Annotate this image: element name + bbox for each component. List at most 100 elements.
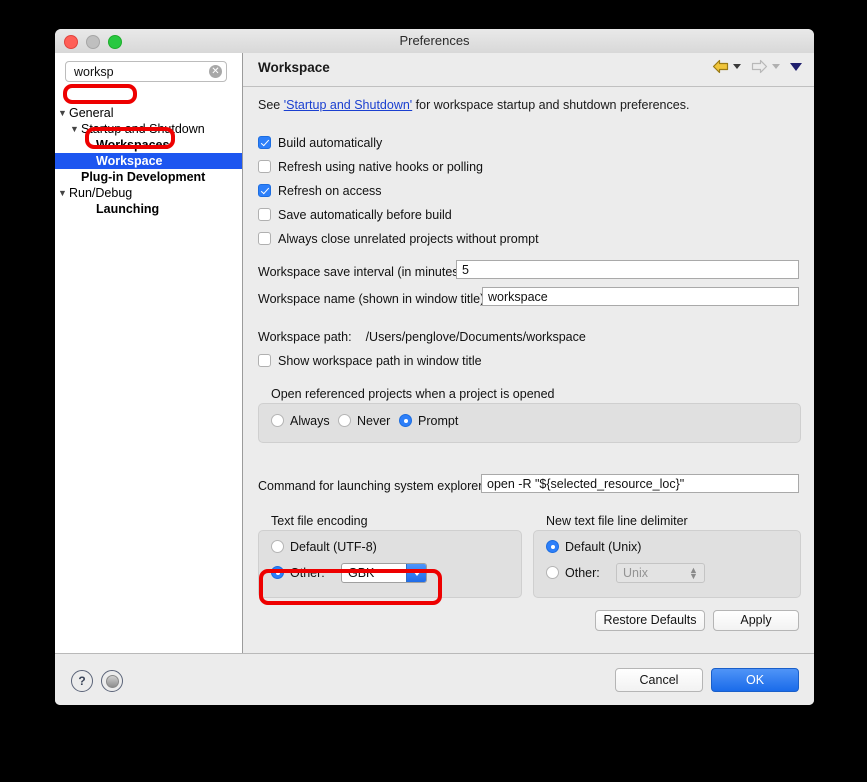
page-title: Workspace	[258, 60, 330, 75]
open-referenced-group-label: Open referenced projects when a project …	[271, 387, 555, 401]
workspace-path-row: Workspace path: /Users/penglove/Documents…	[258, 330, 586, 344]
tree-item-label: Plug-in Development	[81, 170, 206, 184]
description-text: See 'Startup and Shutdown' for workspace…	[258, 98, 689, 112]
workspace-name-input[interactable]	[482, 287, 799, 306]
content-body: See 'Startup and Shutdown' for workspace…	[243, 87, 814, 654]
preferences-tree: ▼ General ▼ Startup and Shutdown Workspace…	[55, 105, 242, 217]
preferences-window: Preferences ✕ ▼General ▼Startup and Shut…	[55, 29, 814, 705]
tree-item-label: General	[69, 106, 114, 120]
checkbox-close-unrelated-projects[interactable]: Always close unrelated projects without …	[258, 232, 539, 246]
forward-history-chevron-down-icon	[772, 64, 780, 69]
tree-item-label: Workspace	[96, 154, 163, 168]
radio-label: Prompt	[418, 414, 459, 428]
radio-delimiter-other[interactable]: Other:	[546, 566, 600, 580]
radio-circle-icon[interactable]	[271, 540, 284, 553]
disclosure-triangle-icon[interactable]: ▼	[58, 105, 69, 121]
explorer-command-label: Command for launching system explorer:	[258, 479, 486, 493]
radio-label: Other:	[290, 566, 325, 580]
disclosure-triangle-icon[interactable]: ▼	[70, 121, 81, 137]
workspace-path-value: /Users/penglove/Documents/workspace	[365, 330, 586, 344]
record-button[interactable]	[101, 670, 123, 692]
tree-item-workspace[interactable]: Workspace	[55, 153, 242, 169]
back-history-chevron-down-icon[interactable]	[733, 64, 741, 69]
encoding-combo-value: GBK	[348, 566, 375, 580]
help-button[interactable]: ?	[71, 670, 93, 692]
radio-open-referenced-prompt[interactable]: Prompt	[399, 414, 458, 428]
page-menu-chevron-down-icon[interactable]	[790, 62, 802, 71]
checkbox-refresh-on-access[interactable]: Refresh on access	[258, 184, 382, 198]
line-delimiter-combo-value: Unix	[623, 566, 649, 580]
tree-item-label: Startup and Shutdown	[81, 122, 205, 136]
screenshot-root: Preferences ✕ ▼General ▼Startup and Shut…	[0, 0, 867, 782]
stepper-up-down-icon: ▲ ▼	[689, 565, 698, 581]
cancel-button[interactable]: Cancel	[615, 668, 703, 692]
checkbox-label: Refresh using native hooks or polling	[278, 160, 483, 174]
checkbox-box-icon[interactable]	[258, 136, 271, 149]
text-file-encoding-group-label: Text file encoding	[271, 514, 368, 528]
tree-item-run-debug[interactable]: ▼ Run/Debug	[55, 185, 242, 201]
tree-item-plugin-development[interactable]: Plug-in Development	[55, 169, 242, 185]
window-title: Preferences	[399, 33, 470, 48]
checkbox-save-before-build[interactable]: Save automatically before build	[258, 208, 452, 222]
radio-circle-icon[interactable]	[338, 414, 351, 427]
restore-defaults-button[interactable]: Restore Defaults	[595, 610, 705, 631]
checkbox-box-icon[interactable]	[258, 208, 271, 221]
radio-circle-icon[interactable]	[546, 566, 559, 579]
save-interval-label: Workspace save interval (in minutes):	[258, 265, 467, 279]
preferences-sidebar: ✕ ▼General ▼Startup and Shutdown Workspa…	[55, 53, 243, 653]
checkbox-show-workspace-path[interactable]: Show workspace path in window title	[258, 354, 482, 368]
encoding-combo-chevron-down-icon[interactable]	[406, 564, 426, 582]
radio-label: Never	[357, 414, 391, 428]
content-header: Workspace	[243, 53, 814, 87]
workspace-path-label: Workspace path:	[258, 330, 352, 344]
tree-item-general[interactable]: ▼ General	[55, 105, 242, 121]
line-delimiter-combo: Unix ▲ ▼	[616, 563, 705, 583]
filter-search-wrap: ✕	[65, 61, 227, 82]
radio-circle-icon[interactable]	[271, 566, 284, 579]
radio-encoding-default[interactable]: Default (UTF-8)	[271, 540, 377, 554]
checkbox-box-icon[interactable]	[258, 184, 271, 197]
radio-label: Always	[290, 414, 330, 428]
tree-item-startup-and-shutdown[interactable]: ▼ Startup and Shutdown	[55, 121, 242, 137]
radio-delimiter-default[interactable]: Default (Unix)	[546, 540, 641, 554]
radio-circle-icon[interactable]	[399, 414, 412, 427]
checkbox-refresh-native-hooks[interactable]: Refresh using native hooks or polling	[258, 160, 483, 174]
clear-search-icon[interactable]: ✕	[209, 65, 222, 78]
checkbox-label: Build automatically	[278, 136, 383, 150]
radio-open-referenced-always[interactable]: Always	[271, 414, 330, 428]
dialog-footer: ? Cancel OK	[55, 653, 814, 705]
checkbox-build-automatically[interactable]: Build automatically	[258, 136, 382, 150]
ok-button[interactable]: OK	[711, 668, 799, 692]
preferences-content-panel: Workspace See 'Startup and Shutdown' for…	[243, 53, 814, 653]
checkbox-box-icon[interactable]	[258, 232, 271, 245]
radio-circle-icon[interactable]	[271, 414, 284, 427]
checkbox-box-icon[interactable]	[258, 354, 271, 367]
checkbox-label: Save automatically before build	[278, 208, 452, 222]
window-body: ✕ ▼General ▼Startup and Shutdown Workspa…	[55, 53, 814, 653]
save-interval-input[interactable]	[456, 260, 799, 279]
tree-item-label: Workspaces	[96, 138, 170, 152]
radio-open-referenced-never[interactable]: Never	[338, 414, 390, 428]
back-arrow-icon[interactable]	[712, 59, 729, 74]
radio-label: Default (Unix)	[565, 540, 642, 554]
startup-shutdown-link[interactable]: 'Startup and Shutdown'	[284, 98, 412, 112]
window-titlebar: Preferences	[55, 29, 814, 54]
radio-encoding-other[interactable]: Other:	[271, 566, 325, 580]
description-prefix: See	[258, 98, 284, 112]
radio-label: Other:	[565, 566, 600, 580]
radio-label: Default (UTF-8)	[290, 540, 377, 554]
checkbox-label: Show workspace path in window title	[278, 354, 482, 368]
disclosure-triangle-icon[interactable]: ▼	[58, 185, 69, 201]
tree-item-launching[interactable]: Launching	[55, 201, 242, 217]
radio-circle-icon[interactable]	[546, 540, 559, 553]
description-suffix: for workspace startup and shutdown prefe…	[412, 98, 690, 112]
tree-item-label: Launching	[96, 202, 160, 216]
apply-button[interactable]: Apply	[713, 610, 799, 631]
explorer-command-input[interactable]	[481, 474, 799, 493]
content-nav-icons	[712, 59, 802, 74]
encoding-combo[interactable]: GBK	[341, 563, 427, 583]
search-input[interactable]	[65, 61, 227, 82]
tree-item-workspaces[interactable]: Workspaces	[55, 137, 242, 153]
tree-item-label: Run/Debug	[69, 186, 133, 200]
checkbox-box-icon[interactable]	[258, 160, 271, 173]
